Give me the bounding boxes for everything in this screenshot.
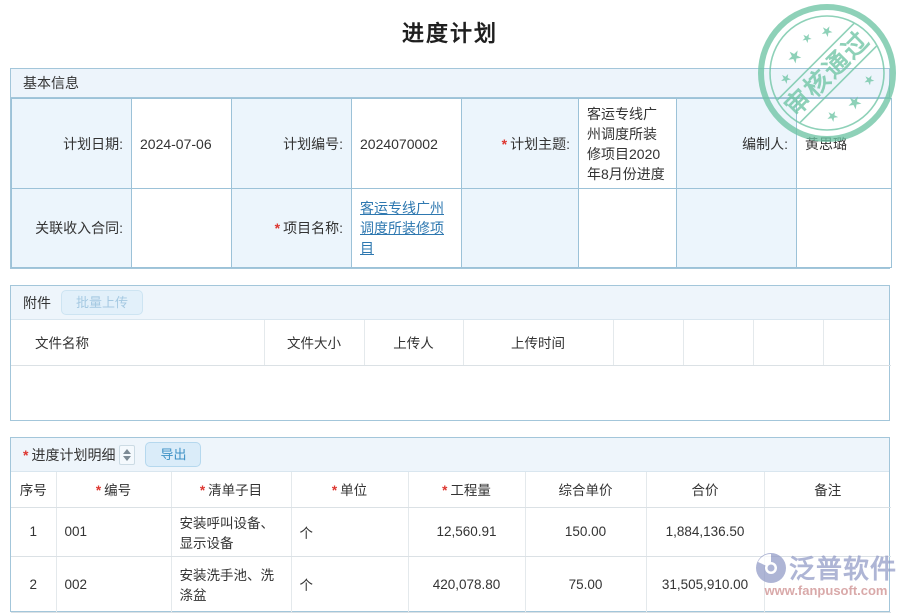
detail-table: 序号 *编号 *清单子目 *单位 *工程量 综合单价 合价 备注 1 001 安… <box>11 472 891 613</box>
subject-label-text: 计划主题: <box>510 136 570 152</box>
empty-header <box>753 320 823 365</box>
unit-header-text: 单位 <box>340 483 367 498</box>
required-asterisk: * <box>275 220 280 236</box>
basic-info-table: 计划日期: 2024-07-06 计划编号: 2024070002 *计划主题:… <box>11 98 892 268</box>
required-asterisk: * <box>200 483 205 498</box>
item-header-text: 清单子目 <box>208 483 262 498</box>
project-value: 客运专线广州调度所装修项目 <box>352 189 462 268</box>
unit-price-header: 综合单价 <box>525 472 646 507</box>
contract-label-text: 关联收入合同: <box>35 220 123 236</box>
total-price-cell: 31,505,910.00 <box>646 556 764 612</box>
plan-no-label: 计划编号: <box>232 99 352 189</box>
basic-info-section: 基本信息 计划日期: 2024-07-06 计划编号: 2024070002 *… <box>10 68 890 269</box>
plan-date-value: 2024-07-06 <box>132 99 232 189</box>
seq-cell: 2 <box>11 556 56 612</box>
file-size-header: 文件大小 <box>264 320 364 365</box>
export-button[interactable]: 导出 <box>145 442 201 468</box>
required-asterisk: * <box>332 483 337 498</box>
upload-time-header: 上传时间 <box>463 320 613 365</box>
basic-info-section-title: 基本信息 <box>11 69 889 98</box>
batch-upload-button[interactable]: 批量上传 <box>61 290 143 316</box>
empty-header <box>683 320 753 365</box>
page-title: 进度计划 <box>0 16 900 48</box>
code-header: *编号 <box>56 472 171 507</box>
empty-label-cell <box>462 189 579 268</box>
author-value: 黄思璐 <box>797 99 892 189</box>
subject-label: *计划主题: <box>462 99 579 189</box>
subject-value: 客运专线广州调度所装修项目2020年8月份进度 <box>579 99 677 189</box>
attachments-empty-area <box>11 366 889 422</box>
required-asterisk: * <box>23 447 28 463</box>
seq-cell: 1 <box>11 507 56 556</box>
plan-no-value: 2024070002 <box>352 99 462 189</box>
sort-up-icon <box>123 449 131 454</box>
empty-header <box>823 320 891 365</box>
attachments-section: 附件 批量上传 文件名称 文件大小 上传人 上传时间 <box>10 285 890 421</box>
author-label: 编制人: <box>677 99 797 189</box>
contract-label: 关联收入合同: <box>12 189 132 268</box>
code-cell: 001 <box>56 507 171 556</box>
sort-spinner[interactable] <box>119 445 135 465</box>
item-cell: 安装洗手池、洗涤盆 <box>171 556 291 612</box>
project-label: *项目名称: <box>232 189 352 268</box>
total-price-header: 合价 <box>646 472 764 507</box>
unit-cell: 个 <box>291 556 408 612</box>
quantity-header-text: 工程量 <box>450 483 491 498</box>
code-header-text: 编号 <box>104 483 131 498</box>
attachments-header-row: 文件名称 文件大小 上传人 上传时间 <box>11 320 891 365</box>
empty-value-cell <box>579 189 677 268</box>
project-label-text: 项目名称: <box>283 220 343 236</box>
required-asterisk: * <box>96 483 101 498</box>
contract-value <box>132 189 232 268</box>
quantity-header: *工程量 <box>408 472 525 507</box>
author-label-text: 编制人: <box>742 136 788 152</box>
detail-toolbar: * 进度计划明细 导出 <box>11 438 889 472</box>
item-cell: 安装呼叫设备、显示设备 <box>171 507 291 556</box>
attachments-table: 文件名称 文件大小 上传人 上传时间 <box>11 320 891 366</box>
table-row: 1 001 安装呼叫设备、显示设备 个 12,560.91 150.00 1,8… <box>11 507 891 556</box>
unit-header: *单位 <box>291 472 408 507</box>
total-price-cell: 1,884,136.50 <box>646 507 764 556</box>
unit-price-cell: 75.00 <box>525 556 646 612</box>
unit-cell: 个 <box>291 507 408 556</box>
table-row: 2 002 安装洗手池、洗涤盆 个 420,078.80 75.00 31,50… <box>11 556 891 612</box>
quantity-cell: 12,560.91 <box>408 507 525 556</box>
stamp-star-icon: ★ <box>782 45 806 69</box>
detail-section-title: 进度计划明细 <box>31 445 115 465</box>
attachments-section-title: 附件 <box>23 293 51 313</box>
empty-label-cell <box>677 189 797 268</box>
project-link[interactable]: 客运专线广州调度所装修项目 <box>360 200 444 256</box>
unit-price-cell: 150.00 <box>525 507 646 556</box>
plan-date-label-text: 计划日期: <box>63 136 123 152</box>
required-asterisk: * <box>502 136 507 152</box>
file-name-header: 文件名称 <box>11 320 264 365</box>
basic-info-row-1: 计划日期: 2024-07-06 计划编号: 2024070002 *计划主题:… <box>12 99 892 189</box>
plan-date-label: 计划日期: <box>12 99 132 189</box>
remark-cell <box>764 556 891 612</box>
plan-no-label-text: 计划编号: <box>283 136 343 152</box>
remark-cell <box>764 507 891 556</box>
empty-header <box>613 320 683 365</box>
basic-info-row-2: 关联收入合同: *项目名称: 客运专线广州调度所装修项目 <box>12 189 892 268</box>
empty-value-cell <box>797 189 892 268</box>
detail-section: * 进度计划明细 导出 序号 *编号 *清单子目 *单位 *工程量 综合单价 合… <box>10 437 890 612</box>
attachments-toolbar: 附件 批量上传 <box>11 286 889 320</box>
uploader-header: 上传人 <box>364 320 463 365</box>
code-cell: 002 <box>56 556 171 612</box>
required-asterisk: * <box>442 483 447 498</box>
remark-header: 备注 <box>764 472 891 507</box>
seq-header: 序号 <box>11 472 56 507</box>
quantity-cell: 420,078.80 <box>408 556 525 612</box>
sort-down-icon <box>123 456 131 461</box>
item-header: *清单子目 <box>171 472 291 507</box>
detail-header-row: 序号 *编号 *清单子目 *单位 *工程量 综合单价 合价 备注 <box>11 472 891 507</box>
